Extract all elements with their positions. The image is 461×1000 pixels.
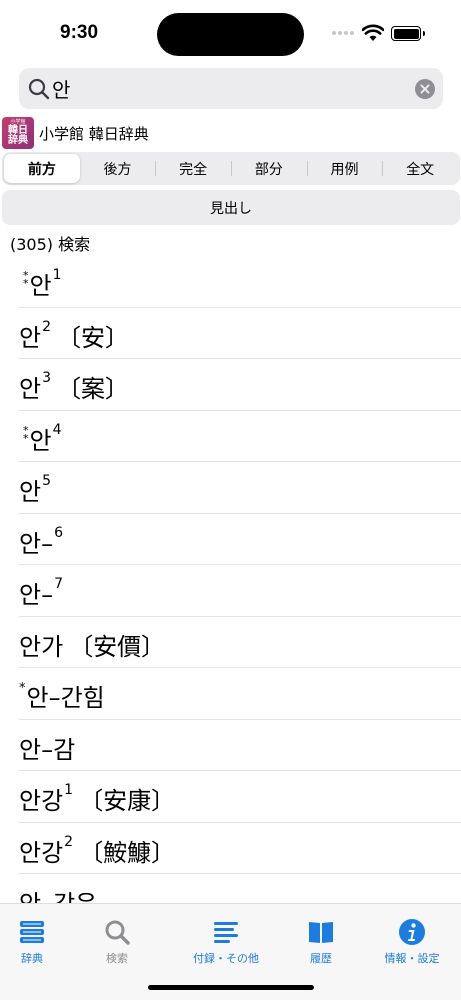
headword-field-button[interactable]: 見出し [2, 190, 460, 225]
result-row[interactable]: * * 안 1 [0, 256, 461, 308]
result-row[interactable]: 안 3 〔案〕 [0, 359, 461, 411]
headword: 안– [19, 581, 54, 609]
result-row[interactable]: 안–감 [0, 720, 461, 771]
headword: 안–간힘 [26, 684, 105, 712]
homograph-number: 7 [54, 576, 64, 592]
status-time: 9:30 [60, 22, 99, 43]
hanja-origin: 〔安價〕 [69, 632, 166, 661]
result-entry: 안강 1 〔安康〕 [19, 781, 175, 816]
result-entry: * * 안 4 [19, 421, 62, 456]
result-entry: 안가 〔安價〕 [19, 627, 165, 662]
segment-forward[interactable]: 前方 [4, 154, 80, 183]
headword: 안 [19, 323, 42, 352]
dictionary-logo: 小学館 韓日 辞典 [2, 117, 34, 149]
result-entry: 안 2 〔安〕 [19, 318, 129, 353]
search-icon [28, 78, 50, 100]
info-icon [399, 919, 425, 945]
home-indicator [148, 985, 314, 990]
tab-appendix-label: 付録・その他 [193, 952, 259, 965]
headword: 안–감 [19, 735, 76, 764]
result-entry: * * 안 1 [19, 266, 62, 301]
homograph-number: 3 [42, 370, 52, 386]
result-entry: 안 3 〔案〕 [19, 369, 129, 404]
clear-search-icon[interactable] [415, 79, 435, 99]
result-row[interactable]: 안5 [0, 462, 461, 514]
importance-mark: * * [23, 423, 29, 445]
tab-dictionary[interactable]: 辞典 [0, 918, 78, 966]
homograph-number: 2 [64, 833, 74, 850]
search-input[interactable] [52, 73, 392, 103]
result-count: (305) 検索 [10, 231, 91, 255]
battery-icon [391, 26, 425, 41]
search-mode-segmented-control[interactable]: 前方 後方 完全 部分 用例 全文 [2, 152, 460, 185]
dictionary-header[interactable]: 小学館 韓日 辞典 小学館 韓日辞典 [2, 116, 149, 150]
cellular-signal-icon [332, 31, 354, 35]
segment-backward[interactable]: 後方 [80, 154, 156, 183]
importance-mark: * [19, 681, 26, 696]
homograph-number: 6 [54, 524, 64, 541]
search-bar[interactable] [19, 68, 443, 109]
hanja-origin: 〔安康〕 [79, 787, 176, 815]
hanja-origin: 〔案〕 [57, 375, 130, 403]
result-row[interactable]: 안강 2 〔鮟鱇〕 [0, 823, 461, 874]
homograph-number: 1 [64, 782, 74, 798]
books-icon [20, 921, 44, 943]
wifi-icon [362, 24, 384, 41]
result-row[interactable]: 안– 6 [0, 514, 461, 565]
hanja-origin: 〔安〕 [57, 323, 130, 352]
tab-history[interactable]: 履歴 [275, 918, 367, 966]
tab-search[interactable]: 検索 [71, 918, 163, 966]
headword: 안 [19, 375, 42, 403]
status-bar: 9:30 [0, 0, 461, 62]
tab-history-label: 履歴 [310, 952, 332, 965]
result-entry: 안–감 [19, 730, 75, 765]
hanja-origin: 〔鮟鱇〕 [79, 838, 176, 867]
result-entry: 안5 [19, 472, 51, 507]
tab-appendix[interactable]: 付録・その他 [180, 918, 272, 966]
result-row[interactable]: * * 안 4 [0, 411, 461, 462]
tab-info-settings[interactable]: 情報・設定 [366, 918, 458, 966]
headword: 안 [29, 426, 52, 455]
result-row[interactable]: 안강 1 〔安康〕 [0, 771, 461, 823]
segment-fulltext[interactable]: 全文 [382, 154, 458, 183]
importance-mark: * * [23, 269, 29, 290]
list-icon [214, 922, 238, 943]
homograph-number: 5 [42, 473, 52, 489]
result-entry: 안강 2 〔鮟鱇〕 [19, 833, 175, 868]
dynamic-island [157, 13, 304, 56]
result-entry: * 안–간힘 [19, 678, 105, 713]
result-row[interactable]: * 안–간힘 [0, 668, 461, 720]
headword: 안강 [19, 838, 64, 867]
headword: 안 [19, 478, 42, 506]
results-list: * * 안 1 안 2 〔安〕 안 3 〔案〕 * * 안 4 안 5 안– 6 안– 7 안가 〔安價〕 * 안–간힘 안–감… [0, 256, 461, 926]
search-icon [105, 920, 130, 945]
tab-info-settings-label: 情報・設定 [384, 952, 440, 965]
book-icon [309, 922, 333, 943]
homograph-number: 2 [42, 318, 52, 335]
tab-search-label: 検索 [106, 952, 128, 965]
segment-examples[interactable]: 用例 [306, 154, 383, 183]
headword: 안가 [19, 632, 64, 661]
headword: 안 [29, 272, 52, 300]
result-row[interactable]: 안– 7 [0, 565, 461, 617]
homograph-number: 4 [52, 421, 62, 438]
dictionary-title: 小学館 韓日辞典 [39, 124, 149, 143]
segment-exact[interactable]: 完全 [155, 154, 231, 183]
result-entry: 안– 7 [19, 575, 63, 610]
segment-partial[interactable]: 部分 [231, 154, 307, 183]
result-row[interactable]: 안가 〔安價〕 [0, 617, 461, 668]
headword: 안강 [19, 787, 64, 815]
result-row[interactable]: 안 2 〔安〕 [0, 308, 461, 359]
homograph-number: 1 [52, 267, 62, 283]
result-entry: 안– 6 [19, 524, 63, 559]
headword: 안– [19, 529, 54, 558]
tab-dictionary-label: 辞典 [21, 952, 43, 965]
